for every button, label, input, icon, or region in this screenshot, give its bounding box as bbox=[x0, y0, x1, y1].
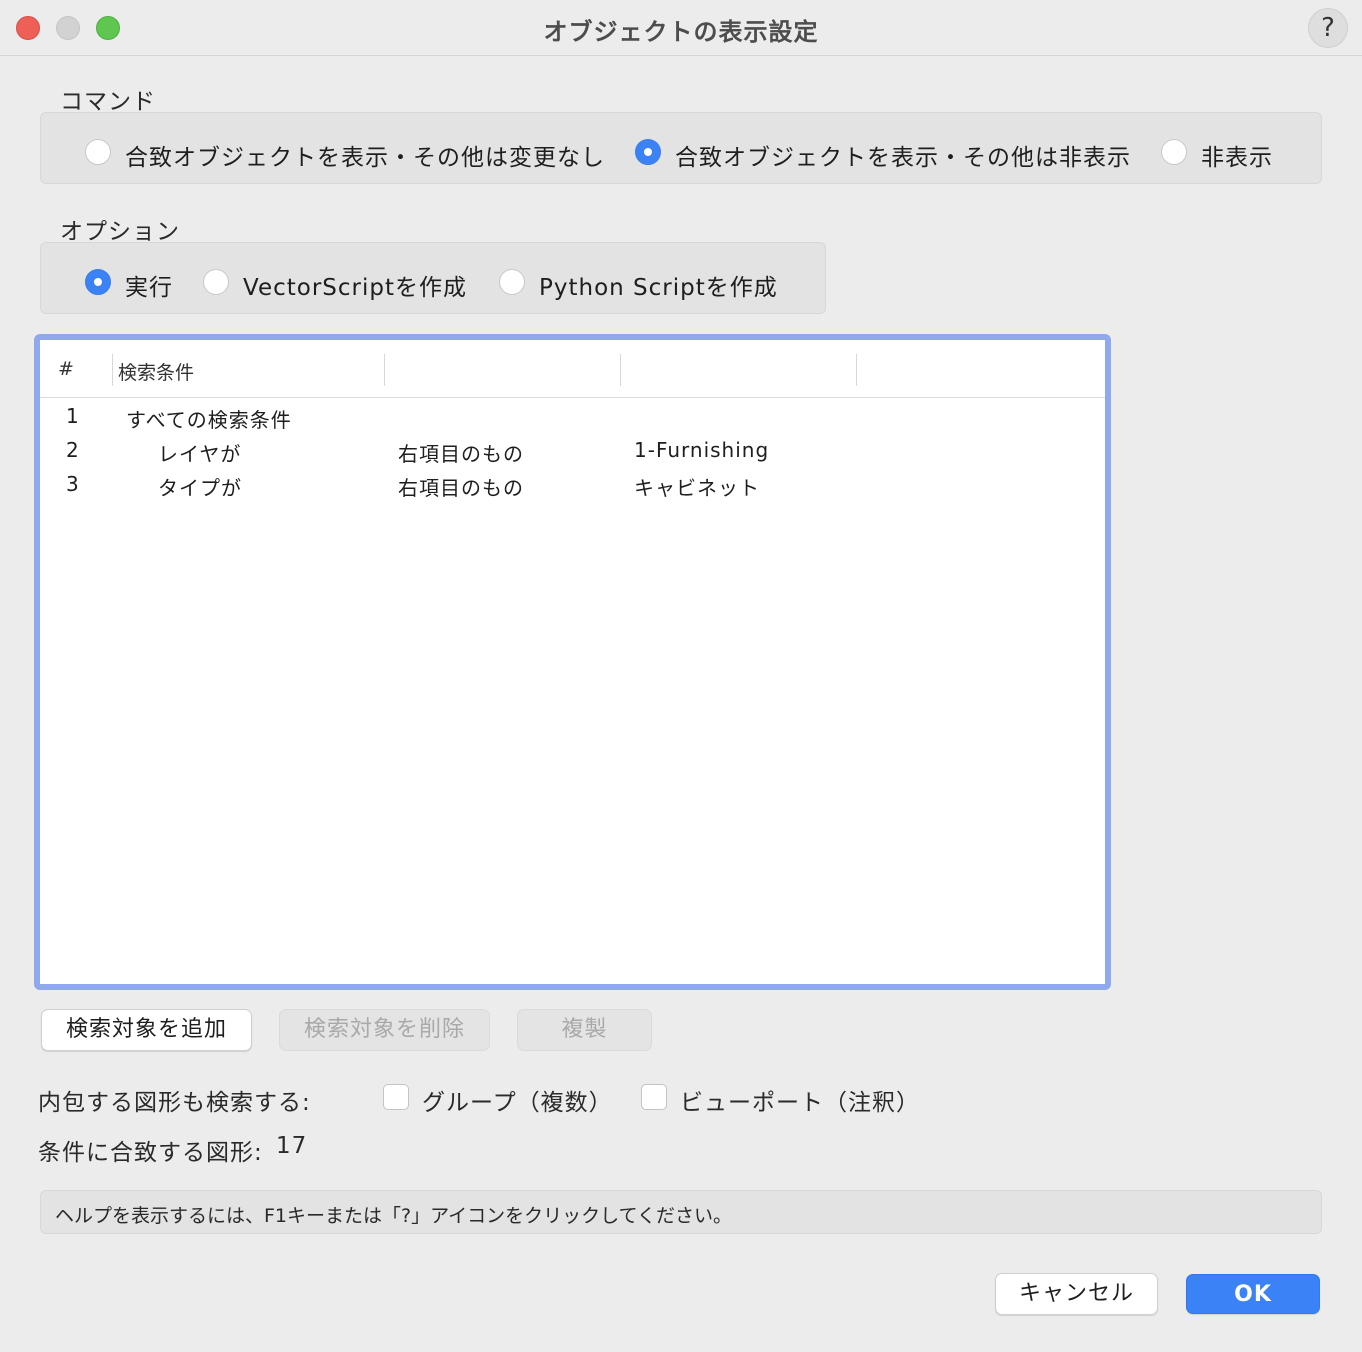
command-radio-show-matching-keep-others-label[interactable]: 合致オブジェクトを表示・その他は変更なし bbox=[125, 138, 605, 172]
header-criteria[interactable]: 検索条件 bbox=[118, 358, 194, 385]
dialog-window: オブジェクトの表示設定 ? コマンド 合致オブジェクトを表示・その他は変更なし … bbox=[0, 0, 1362, 1352]
row-value: 1-Furnishing bbox=[634, 438, 770, 462]
option-radio-python-script[interactable] bbox=[499, 269, 525, 295]
match-count-label: 条件に合致する図形: bbox=[38, 1140, 263, 1166]
column-divider[interactable] bbox=[620, 354, 621, 386]
group-checkbox-label[interactable]: グループ（複数） bbox=[422, 1083, 613, 1117]
command-radio-hide[interactable] bbox=[1161, 139, 1187, 165]
header-number[interactable]: # bbox=[58, 358, 74, 380]
title-bar: オブジェクトの表示設定 ? bbox=[0, 0, 1362, 56]
table-header: # 検索条件 bbox=[40, 340, 1105, 398]
column-divider[interactable] bbox=[384, 354, 385, 386]
column-divider[interactable] bbox=[856, 354, 857, 386]
delete-criteria-button[interactable]: 検索対象を削除 bbox=[279, 1009, 490, 1051]
row-number: 1 bbox=[66, 404, 80, 428]
viewport-checkbox[interactable] bbox=[641, 1084, 667, 1110]
column-divider[interactable] bbox=[112, 354, 113, 386]
option-radio-execute[interactable] bbox=[85, 269, 111, 295]
ok-button[interactable]: OK bbox=[1186, 1274, 1320, 1314]
option-radio-execute-label[interactable]: 実行 bbox=[125, 268, 173, 302]
help-hint-text: ヘルプを表示するには、F1キーまたは「?」アイコンをクリックしてください。 bbox=[55, 1205, 733, 1227]
command-radio-show-matching-keep-others[interactable] bbox=[85, 139, 111, 165]
criteria-table[interactable]: # 検索条件 1 すべての検索条件 2 レイヤが 右項目のもの 1-Furnis… bbox=[34, 334, 1111, 990]
option-radio-vectorscript-label[interactable]: VectorScriptを作成 bbox=[243, 268, 467, 302]
viewport-checkbox-label[interactable]: ビューポート（注釈） bbox=[680, 1083, 920, 1117]
row-criteria: タイプが bbox=[158, 476, 242, 500]
option-group-box: 実行 VectorScriptを作成 Python Scriptを作成 bbox=[40, 242, 826, 314]
row-value: キャビネット bbox=[634, 476, 760, 500]
help-hint-box: ヘルプを表示するには、F1キーまたは「?」アイコンをクリックしてください。 bbox=[40, 1190, 1322, 1234]
row-criteria: レイヤが bbox=[158, 442, 242, 466]
add-criteria-button[interactable]: 検索対象を追加 bbox=[41, 1009, 252, 1051]
match-count-value: 17 bbox=[276, 1133, 308, 1159]
command-radio-show-matching-hide-others-label[interactable]: 合致オブジェクトを表示・その他は非表示 bbox=[675, 138, 1131, 172]
command-section-label: コマンド bbox=[60, 89, 156, 115]
search-nested-label: 内包する図形も検索する: bbox=[38, 1090, 311, 1116]
option-radio-vectorscript[interactable] bbox=[203, 269, 229, 295]
row-criteria: すべての検索条件 bbox=[126, 408, 292, 432]
duplicate-button[interactable]: 複製 bbox=[517, 1009, 652, 1051]
row-number: 2 bbox=[66, 438, 80, 462]
command-radio-hide-label[interactable]: 非表示 bbox=[1201, 138, 1273, 172]
row-condition: 右項目のもの bbox=[398, 476, 524, 500]
row-condition: 右項目のもの bbox=[398, 442, 524, 466]
cancel-button[interactable]: キャンセル bbox=[995, 1273, 1158, 1315]
command-radio-show-matching-hide-others[interactable] bbox=[635, 139, 661, 165]
group-checkbox[interactable] bbox=[383, 1084, 409, 1110]
row-number: 3 bbox=[66, 472, 80, 496]
window-title: オブジェクトの表示設定 bbox=[543, 18, 819, 46]
option-section-label: オプション bbox=[60, 219, 180, 245]
command-group-box: 合致オブジェクトを表示・その他は変更なし 合致オブジェクトを表示・その他は非表示… bbox=[40, 112, 1322, 184]
option-radio-python-script-label[interactable]: Python Scriptを作成 bbox=[539, 268, 778, 302]
help-button[interactable]: ? bbox=[1308, 8, 1348, 48]
